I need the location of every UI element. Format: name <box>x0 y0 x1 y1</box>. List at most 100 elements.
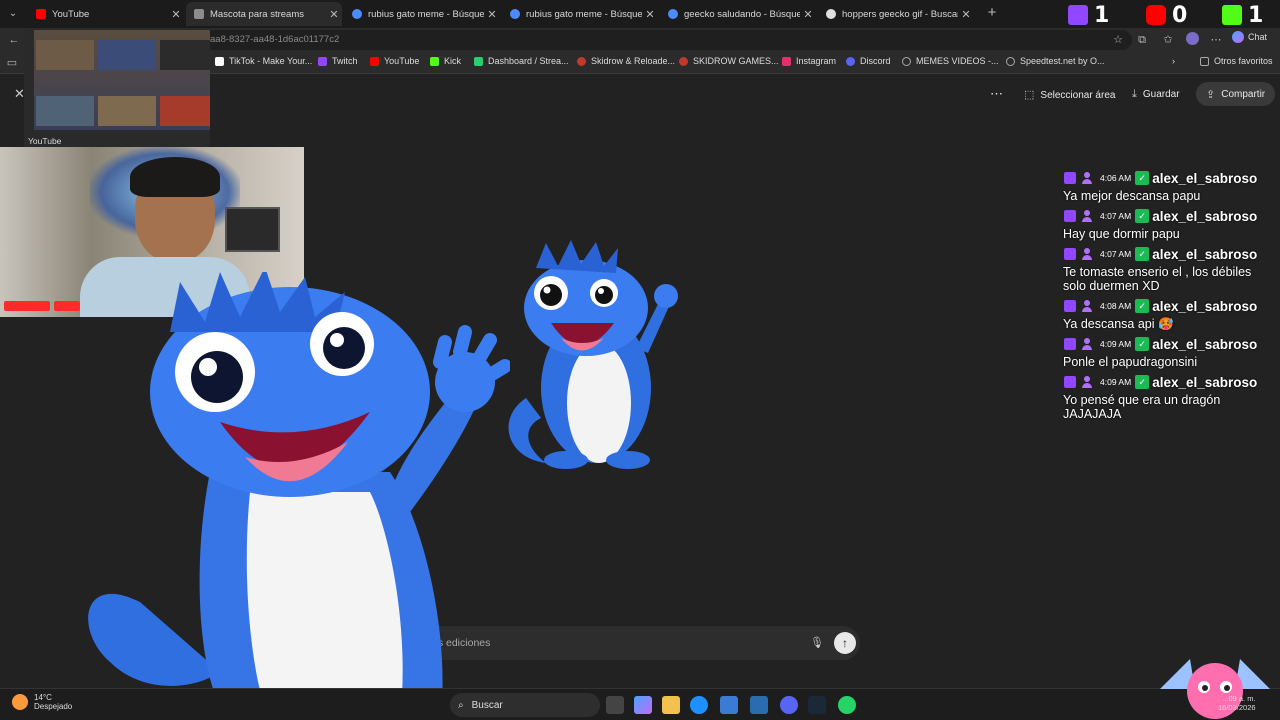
tab-close-icon[interactable]: ✕ <box>484 8 500 21</box>
search-favicon-icon <box>668 9 678 19</box>
bookmark-label: Instagram <box>796 56 837 66</box>
system-clock[interactable]: ...09 a. m. 16/03/2026 <box>1218 694 1256 712</box>
bookmark-label: SKIDROW GAMES... <box>693 56 779 66</box>
windows-taskbar: 14°C Despejado ⌕ Buscar ...09 a. m. 16/0… <box>0 659 1280 720</box>
file-explorer-icon[interactable] <box>662 696 680 714</box>
save-button[interactable]: ⤓ Guardar <box>1124 82 1188 106</box>
mail-icon[interactable] <box>750 696 768 714</box>
favorites-icon[interactable]: ✩ <box>1160 32 1176 48</box>
tab-youtube[interactable]: YouTube ✕ <box>28 2 184 26</box>
tab-rubius-images[interactable]: rubius gato meme - Búsqueda Im ✕ <box>502 2 658 26</box>
bookmarks-overflow-chevron-icon[interactable]: › <box>1172 56 1175 66</box>
taskbar-search[interactable]: ⌕ Buscar <box>450 693 600 717</box>
twitch-icon <box>1064 210 1076 222</box>
chat-time: 4:07 AM <box>1100 249 1132 259</box>
bookmark-memes[interactable]: MEMES VIDEOS -... <box>902 56 999 66</box>
select-area-button[interactable]: ⬚ Seleccionar área <box>1016 82 1123 106</box>
star-icon[interactable]: ☆ <box>1110 32 1126 48</box>
chat-text: Ya mejor descansa papu <box>1063 189 1201 203</box>
app-root: ⌄ YouTube ✕ Mascota para streams ✕ rubiu… <box>0 0 1280 720</box>
store-icon[interactable] <box>720 696 738 714</box>
chat-text: Hay que dormir papu <box>1063 227 1180 241</box>
tab-mascota[interactable]: Mascota para streams ✕ <box>186 2 342 26</box>
tab-close-icon[interactable]: ✕ <box>800 8 816 21</box>
weather-widget[interactable]: 14°C Despejado <box>12 693 72 711</box>
steam-icon[interactable] <box>808 696 826 714</box>
tab-hoppers-gif[interactable]: hoppers geecko gif - Buscar con ✕ <box>818 2 974 26</box>
check-badge-icon: ✓ <box>1135 247 1150 261</box>
user-icon <box>1082 172 1092 184</box>
tab-close-icon[interactable]: ✕ <box>642 8 658 21</box>
chat-username: alex_el_sabroso <box>1152 374 1258 390</box>
bookmark-youtube[interactable]: YouTube <box>370 56 419 66</box>
copilot-chat-button[interactable]: Chat <box>1232 31 1267 43</box>
tab-rubius-search[interactable]: rubius gato meme - Búsqueda ✕ <box>344 2 500 26</box>
bookmarks-menu-icon[interactable]: ▭ <box>4 55 20 71</box>
bookmark-skidrow-games[interactable]: SKIDROW GAMES... <box>679 56 779 66</box>
share-button[interactable]: ⇪ Compartir <box>1196 82 1276 106</box>
task-view-icon[interactable] <box>606 696 624 714</box>
bookmark-label: Kick <box>444 56 462 66</box>
bookmark-speedtest[interactable]: Speedtest.net by O... <box>1006 56 1105 66</box>
other-bookmarks[interactable]: Otros favoritos <box>1200 56 1273 66</box>
kick-viewer-counter: 1 <box>1222 3 1263 28</box>
tab-close-icon[interactable]: ✕ <box>958 8 974 21</box>
url-field[interactable]: aa8-8327-aa48-1d6ac01177c2 <box>198 30 1132 50</box>
weather-condition: Despejado <box>34 702 73 711</box>
tab-search-icon[interactable]: ⌄ <box>4 5 22 23</box>
extensions-icon[interactable]: ⧉ <box>1134 32 1150 48</box>
twitch-icon <box>1064 376 1076 388</box>
bookmark-twitch[interactable]: Twitch <box>318 56 358 66</box>
bookmark-label: Twitch <box>332 56 358 66</box>
tab-hover-preview: YouTube <box>24 28 210 148</box>
kick-icon <box>1222 5 1242 25</box>
discord-icon[interactable] <box>780 696 798 714</box>
tab-strip: ⌄ YouTube ✕ Mascota para streams ✕ rubiu… <box>0 0 1280 28</box>
tab-title: YouTube <box>52 8 90 20</box>
chat-time: 4:07 AM <box>1100 211 1132 221</box>
bookmark-discord[interactable]: Discord <box>846 56 891 66</box>
folder-icon <box>1200 56 1209 66</box>
tab-geecko-search[interactable]: geecko saludando - Búsqueda ✕ <box>660 2 816 26</box>
more-menu-icon[interactable]: ⋯ <box>1208 32 1224 48</box>
search-favicon-icon <box>352 9 362 19</box>
check-badge-icon: ✓ <box>1135 337 1150 351</box>
back-icon[interactable]: ← <box>6 32 22 48</box>
twitch-icon <box>318 56 327 66</box>
pink-mascot-image <box>1160 659 1270 719</box>
edge-browser-icon[interactable] <box>690 696 708 714</box>
twitch-icon <box>1068 5 1088 25</box>
send-arrow-icon[interactable]: ↑ <box>834 632 856 654</box>
stream-chat-overlay: 4:06 AM ✓ alex_el_sabroso Ya mejor descans… <box>1060 170 1270 426</box>
gecko-mascot-small-image <box>508 240 678 469</box>
profile-icon[interactable] <box>1184 32 1200 48</box>
bookmark-dashboard[interactable]: Dashboard / Strea... <box>474 56 569 66</box>
bookmark-skidrow[interactable]: Skidrow & Reloade... <box>577 56 675 66</box>
copilot-icon[interactable] <box>634 696 652 714</box>
tab-close-icon[interactable]: ✕ <box>168 8 184 21</box>
new-tab-button[interactable]: + <box>984 4 1000 21</box>
bookmark-label: YouTube <box>384 56 420 66</box>
chat-text: Te tomaste enserio el , los débiles solo… <box>1063 265 1252 293</box>
dashboard-icon <box>474 56 483 66</box>
whatsapp-icon[interactable] <box>838 696 856 714</box>
tab-title: rubius gato meme - Búsqueda <box>368 8 484 20</box>
bookmark-kick[interactable]: Kick <box>430 56 461 66</box>
select-area-label: Seleccionar área <box>1040 89 1116 101</box>
more-options-icon[interactable]: ⋯ <box>990 82 1003 106</box>
microphone-icon[interactable]: 🎙 <box>810 636 824 649</box>
chat-text: Ponle el papudragonsini <box>1063 355 1198 369</box>
gecko-mascot-large-image <box>88 272 510 720</box>
user-icon <box>1082 300 1092 312</box>
bookmark-tiktok[interactable]: TikTok - Make Your... <box>215 56 312 66</box>
search-icon: ⌕ <box>458 699 464 711</box>
check-badge-icon: ✓ <box>1135 299 1150 313</box>
chat-time: 4:06 AM <box>1100 173 1132 183</box>
chat-message: 4:06 AM ✓ alex_el_sabroso Ya mejor descans… <box>1060 170 1270 204</box>
chat-label: Chat <box>1248 32 1268 42</box>
check-badge-icon: ✓ <box>1135 209 1150 223</box>
tab-close-icon[interactable]: ✕ <box>326 8 342 21</box>
twitch-icon <box>1064 248 1076 260</box>
bookmark-instagram[interactable]: Instagram <box>782 56 836 66</box>
chat-username: alex_el_sabroso <box>1152 336 1258 352</box>
